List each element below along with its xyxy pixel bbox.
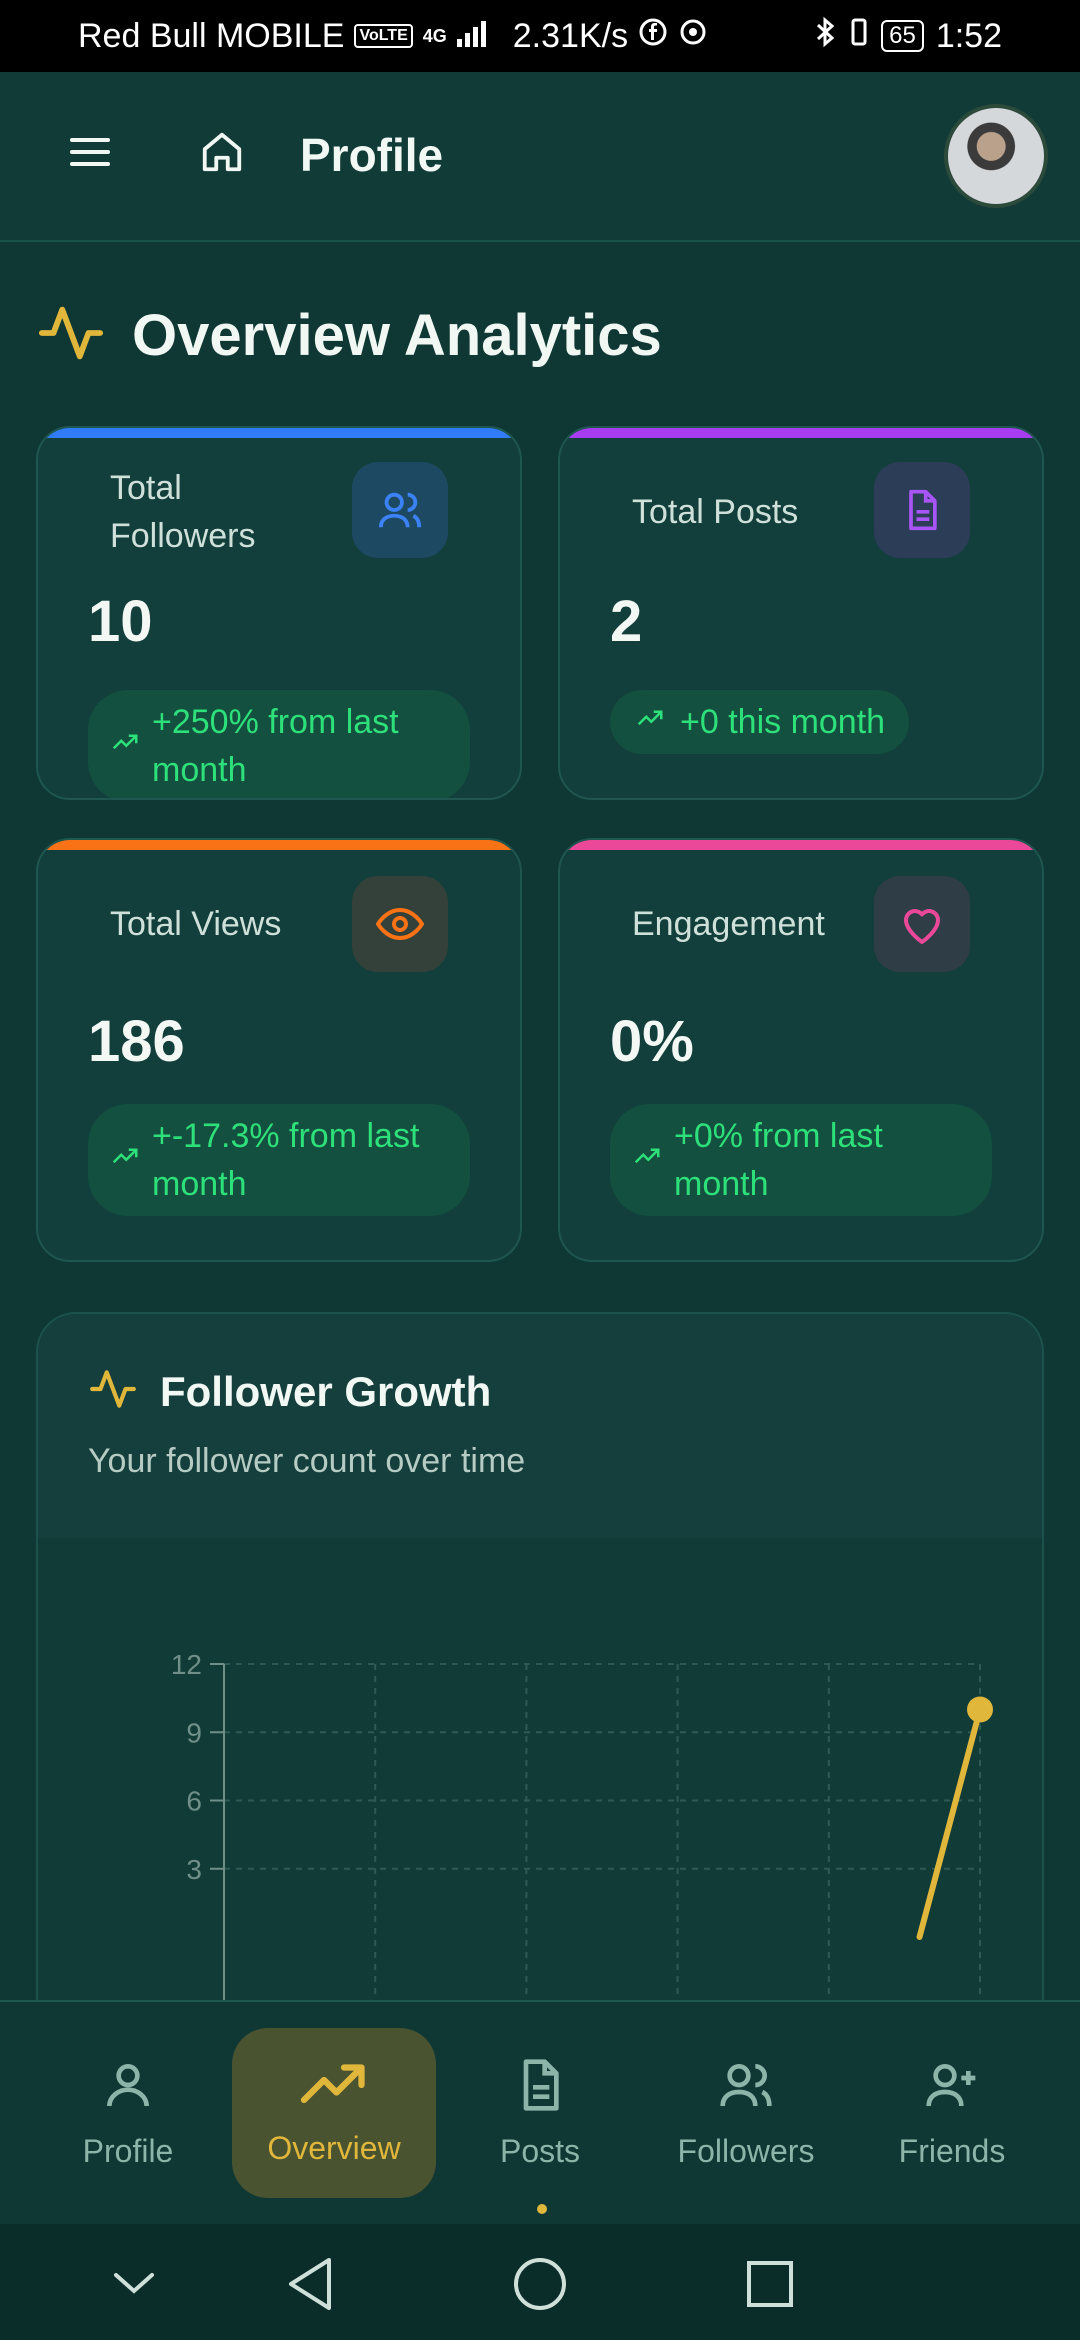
- chevron-down-icon[interactable]: [104, 2254, 164, 2314]
- stat-value: 186: [88, 1009, 185, 1074]
- card-accent: [38, 840, 520, 850]
- stat-card-views[interactable]: Total Views 186 +-17.3% from last month: [36, 838, 522, 1262]
- y-tick-label: 12: [171, 1649, 202, 1680]
- stat-label: Total Followers: [110, 469, 256, 555]
- user-plus-icon: [921, 2057, 983, 2121]
- activity-icon: [88, 1364, 138, 1419]
- trending-up-icon: [299, 2060, 369, 2118]
- file-icon: [512, 2057, 568, 2121]
- stat-value: 0%: [610, 1009, 694, 1074]
- file-icon: [874, 462, 970, 558]
- activity-icon: [36, 298, 106, 373]
- stat-change-text: +0% from last month: [674, 1117, 883, 1203]
- trending-up-icon: [632, 698, 668, 746]
- heart-icon: [874, 876, 970, 972]
- network-type: 4G: [422, 25, 447, 46]
- facebook-icon: [638, 17, 668, 56]
- follower-growth-chart: 12 9 6 3: [171, 1649, 993, 2070]
- vibrate-icon: [849, 16, 869, 57]
- app-header: Profile: [0, 72, 1080, 242]
- nav-label: Overview: [267, 2129, 401, 2166]
- card-accent: [38, 428, 520, 438]
- user-icon: [100, 2057, 156, 2121]
- nav-label: Followers: [677, 2132, 815, 2169]
- users-icon: [352, 462, 448, 558]
- stat-change-text: +250% from last month: [152, 703, 399, 789]
- card-accent: [560, 840, 1042, 850]
- stat-card-followers[interactable]: Total Followers 10 +250% from last month: [36, 426, 522, 800]
- network-speed: 2.31K/s: [512, 16, 629, 55]
- series-line: [916, 1706, 983, 1940]
- stat-value: 2: [610, 589, 643, 654]
- home-icon[interactable]: [192, 122, 252, 182]
- system-nav-bar: [0, 2224, 1080, 2340]
- follower-growth-card: Follower Growth Your follower count over…: [36, 1312, 1044, 2072]
- stat-card-engagement[interactable]: Engagement 0% +0% from last month: [558, 838, 1044, 1262]
- nav-followers[interactable]: Followers: [646, 2028, 846, 2198]
- carrier-name: Red Bull MOBILE: [78, 16, 345, 55]
- stat-label: Total Views: [110, 905, 282, 943]
- y-tick-label: 3: [186, 1854, 202, 1885]
- trending-up-icon: [110, 722, 140, 770]
- menu-icon[interactable]: [62, 124, 118, 180]
- card-accent: [560, 428, 1042, 438]
- clock: 1:52: [935, 16, 1002, 55]
- growth-card-header: Follower Growth Your follower count over…: [38, 1314, 1042, 1538]
- stat-card-posts[interactable]: Total Posts 2 +0 this month: [558, 426, 1044, 800]
- data-point: [967, 1696, 993, 1723]
- growth-subtitle: Your follower count over time: [88, 1442, 526, 1480]
- growth-title: Follower Growth: [160, 1367, 492, 1415]
- eye-icon: [352, 876, 448, 972]
- bottom-nav: Profile Overview Posts Followers Friends: [0, 2000, 1080, 2224]
- battery-indicator: 65: [881, 20, 924, 52]
- nav-label: Posts: [499, 2132, 581, 2169]
- y-tick-label: 6: [186, 1786, 202, 1817]
- trending-up-icon: [632, 1136, 662, 1184]
- stat-change-badge: +-17.3% from last month: [88, 1104, 470, 1216]
- stat-change-badge: +250% from last month: [88, 690, 470, 798]
- stat-change-badge: +0% from last month: [610, 1104, 992, 1216]
- nav-label: Profile: [82, 2132, 174, 2169]
- overview-heading: Overview Analytics: [36, 298, 662, 373]
- page-title: Profile: [300, 129, 444, 181]
- stat-change-text: +0 this month: [680, 703, 886, 741]
- signal-icon: [456, 17, 491, 56]
- y-tick-label: 9: [186, 1717, 202, 1748]
- nav-profile[interactable]: Profile: [28, 2028, 228, 2198]
- stat-change-text: +-17.3% from last month: [152, 1117, 420, 1203]
- active-indicator-dot: [537, 2204, 547, 2214]
- bluetooth-icon: [815, 16, 837, 57]
- trending-up-icon: [110, 1136, 140, 1184]
- stat-label: Engagement: [632, 905, 825, 943]
- nav-posts[interactable]: Posts: [440, 2028, 640, 2198]
- home-circle-icon[interactable]: [510, 2254, 570, 2314]
- nav-label: Friends: [898, 2132, 1006, 2169]
- recent-apps-icon[interactable]: [740, 2254, 800, 2314]
- status-bar: Red Bull MOBILE VoLTE 4G 2.31K/s 65 1:52: [0, 0, 1080, 72]
- users-icon: [715, 2057, 777, 2121]
- nav-overview[interactable]: Overview: [232, 2028, 436, 2198]
- growth-title-row: Follower Growth: [88, 1364, 491, 1419]
- stat-change-badge: +0 this month: [610, 690, 910, 754]
- back-icon[interactable]: [280, 2254, 340, 2314]
- volte-badge: VoLTE: [354, 24, 413, 48]
- stat-label: Total Posts: [632, 493, 799, 531]
- app-notification-icon: [678, 17, 708, 56]
- nav-friends[interactable]: Friends: [852, 2028, 1052, 2198]
- stat-value: 10: [88, 589, 153, 654]
- avatar[interactable]: [944, 104, 1048, 208]
- overview-title: Overview Analytics: [132, 303, 662, 368]
